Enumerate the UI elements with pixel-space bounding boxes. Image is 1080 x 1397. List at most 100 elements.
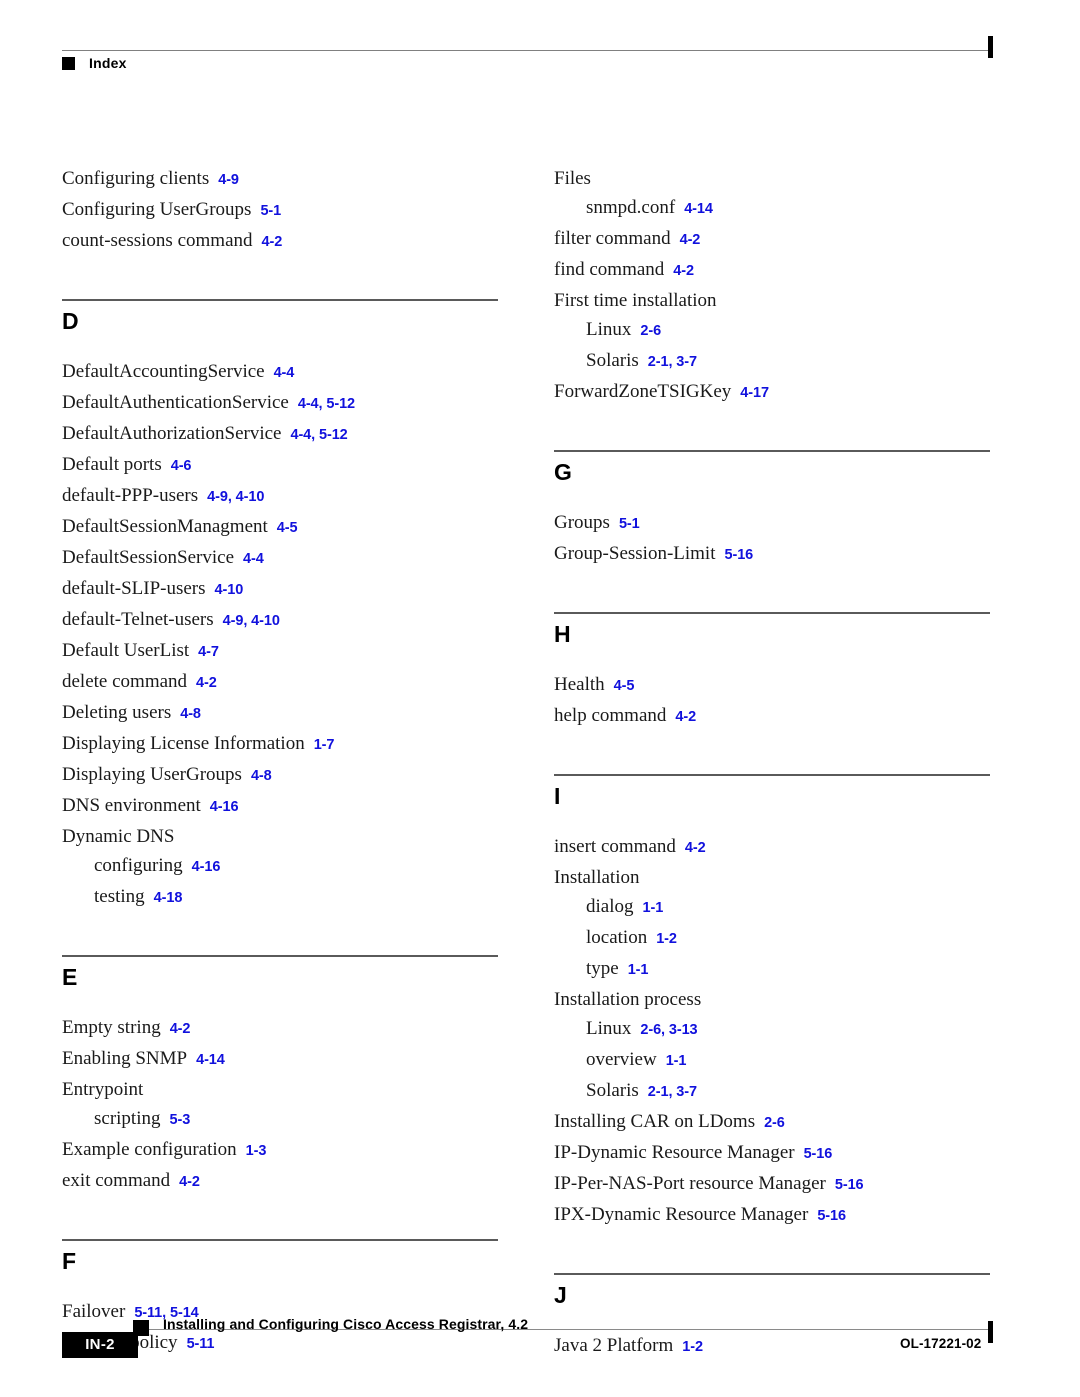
- index-entry-term: DefaultAuthenticationService: [62, 392, 289, 413]
- index-page-reference[interactable]: 4-4: [243, 551, 264, 567]
- index-page-reference[interactable]: 2-6: [764, 1115, 785, 1131]
- index-subentry: snmpd.conf 4-14: [554, 193, 990, 224]
- index-page-reference[interactable]: 4-2: [196, 675, 217, 691]
- index-entry: Dynamic DNS: [62, 822, 498, 851]
- index-entry-term: First time installation: [554, 290, 717, 311]
- index-page-reference[interactable]: 5-16: [804, 1146, 833, 1162]
- index-entry: DNS environment 4-16: [62, 791, 498, 822]
- index-entry-term: configuring: [94, 855, 183, 876]
- index-page-reference[interactable]: 5-16: [725, 547, 754, 563]
- index-entry: Displaying UserGroups 4-8: [62, 760, 498, 791]
- index-entry-term: DefaultSessionService: [62, 547, 235, 568]
- index-page-reference[interactable]: 4-2: [680, 232, 701, 248]
- index-page-reference[interactable]: 4-4, 5-12: [298, 396, 355, 412]
- index-entry-term: Displaying License Information: [62, 733, 305, 754]
- index-entry-term: Solaris: [586, 1080, 639, 1101]
- index-page-reference[interactable]: 4-2: [179, 1174, 200, 1190]
- index-page-reference[interactable]: 4-2: [675, 709, 696, 725]
- index-subentry: testing 4-18: [62, 882, 498, 913]
- entries-spacer: [62, 140, 498, 164]
- index-page-reference[interactable]: 4-2: [673, 263, 694, 279]
- index-page-reference[interactable]: 1-2: [656, 931, 677, 947]
- index-page-reference[interactable]: 4-4, 5-12: [290, 427, 347, 443]
- index-page-reference[interactable]: 4-14: [196, 1052, 225, 1068]
- index-entry-term: Configuring clients: [62, 168, 210, 189]
- index-page-reference[interactable]: 5-1: [619, 516, 640, 532]
- index-entry-term: default-Telnet-users: [62, 609, 214, 630]
- document-number: OL-17221-02: [900, 1336, 982, 1351]
- index-page-reference[interactable]: 4-5: [614, 678, 635, 694]
- index-entry: count-sessions command 4-2: [62, 226, 498, 257]
- section-divider-rule: [554, 774, 990, 776]
- index-subentry: Solaris 2-1, 3-7: [554, 346, 990, 377]
- index-entry: Enabling SNMP 4-14: [62, 1044, 498, 1075]
- index-page-reference[interactable]: 4-16: [192, 859, 221, 875]
- index-entry: Installation process: [554, 985, 990, 1014]
- index-entry-term: exit command: [62, 1170, 171, 1191]
- index-entry-term: Linux: [586, 1018, 632, 1039]
- entries-spacer: [554, 646, 990, 670]
- index-page-reference[interactable]: 4-4: [274, 365, 295, 381]
- index-page-reference[interactable]: 5-16: [835, 1177, 864, 1193]
- index-page: Index Configuring clients 4-9 Configuring …: [0, 0, 1080, 1397]
- index-page-reference[interactable]: 2-1, 3-7: [648, 354, 697, 370]
- index-page-reference[interactable]: 2-6: [640, 323, 661, 339]
- index-entry-term: Default ports: [62, 454, 162, 475]
- index-page-reference[interactable]: 4-8: [180, 706, 201, 722]
- index-page-reference[interactable]: 2-1, 3-7: [648, 1084, 697, 1100]
- index-entry-term: IPX-Dynamic Resource Manager: [554, 1204, 809, 1225]
- index-page-reference[interactable]: 2-6, 3-13: [640, 1022, 697, 1038]
- index-subentry: configuring 4-16: [62, 851, 498, 882]
- index-page-reference[interactable]: 5-3: [170, 1112, 191, 1128]
- index-page-reference[interactable]: 1-7: [314, 737, 335, 753]
- index-page-reference[interactable]: 4-9: [218, 172, 239, 188]
- index-entry: Health 4-5: [554, 670, 990, 701]
- index-page-reference[interactable]: 4-9, 4-10: [207, 489, 264, 505]
- index-page-reference[interactable]: 4-8: [251, 768, 272, 784]
- index-entry-term: insert command: [554, 836, 676, 857]
- index-entry-term: default-SLIP-users: [62, 578, 206, 599]
- index-entry: help command 4-2: [554, 701, 990, 732]
- index-page-reference[interactable]: 4-6: [171, 458, 192, 474]
- index-page-reference[interactable]: 5-16: [817, 1208, 846, 1224]
- index-entry-term: Empty string: [62, 1017, 161, 1038]
- index-page-reference[interactable]: 4-16: [210, 799, 239, 815]
- index-page-reference[interactable]: 4-2: [170, 1021, 191, 1037]
- index-entry-term: Solaris: [586, 350, 639, 371]
- entries-spacer: [554, 140, 990, 164]
- index-page-reference[interactable]: 4-7: [198, 644, 219, 660]
- index-page-reference[interactable]: 4-18: [154, 890, 183, 906]
- section-letter-i: I: [554, 783, 561, 809]
- index-page-reference[interactable]: 5-1: [260, 203, 281, 219]
- index-entry-term: Example configuration: [62, 1139, 237, 1160]
- index-page-reference[interactable]: 1-3: [246, 1143, 267, 1159]
- index-entry-term: scripting: [94, 1108, 161, 1129]
- index-entry: First time installation: [554, 286, 990, 315]
- index-column-left: Configuring clients 4-9 Configuring UserGr…: [62, 140, 498, 1359]
- index-page-reference[interactable]: 4-5: [277, 520, 298, 536]
- index-page-reference[interactable]: 4-2: [262, 234, 283, 250]
- index-page-reference[interactable]: 4-9, 4-10: [223, 613, 280, 629]
- index-page-reference[interactable]: 4-2: [685, 840, 706, 856]
- index-entry: default-PPP-users 4-9, 4-10: [62, 481, 498, 512]
- index-page-reference[interactable]: 1-1: [643, 900, 664, 916]
- index-entry: exit command 4-2: [62, 1166, 498, 1197]
- index-entry: insert command 4-2: [554, 832, 990, 863]
- index-entry-term: Enabling SNMP: [62, 1048, 188, 1069]
- index-entry-term: DefaultSessionManagment: [62, 516, 268, 537]
- index-entry-term: help command: [554, 705, 667, 726]
- page-title: Index: [89, 55, 127, 71]
- index-entry-term: IP-Per-NAS-Port resource Manager: [554, 1173, 826, 1194]
- index-page-reference[interactable]: 4-14: [684, 201, 713, 217]
- index-page-reference[interactable]: 4-17: [740, 385, 769, 401]
- index-page-reference[interactable]: 1-1: [628, 962, 649, 978]
- index-page-reference[interactable]: 1-1: [666, 1053, 687, 1069]
- index-page-reference[interactable]: 4-10: [215, 582, 244, 598]
- index-subentry: Solaris 2-1, 3-7: [554, 1076, 990, 1107]
- index-entry-term: Installing CAR on LDoms: [554, 1111, 756, 1132]
- index-entry-term: DefaultAccountingService: [62, 361, 265, 382]
- index-entry: DefaultAuthenticationService 4-4, 5-12: [62, 388, 498, 419]
